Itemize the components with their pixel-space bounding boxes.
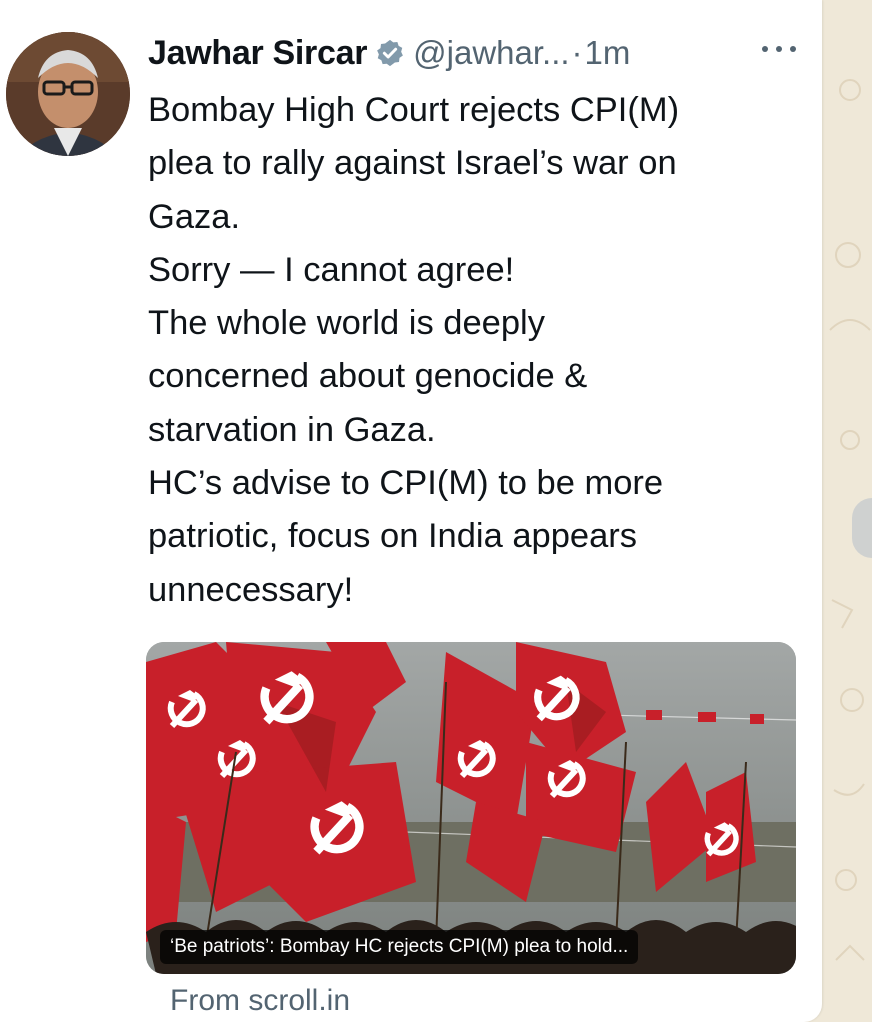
author-handle[interactable]: @jawhar...	[413, 34, 569, 72]
card-image	[146, 642, 796, 974]
author-avatar[interactable]	[6, 32, 130, 156]
tweet-text-line: The whole world is deeply	[148, 304, 545, 343]
link-card-caption: ‘Be patriots’: Bombay HC rejects CPI(M) …	[160, 930, 639, 964]
tweet-text-line: Sorry — I cannot agree!	[148, 250, 515, 289]
tweet-timestamp[interactable]: 1m	[585, 34, 631, 72]
more-options-icon[interactable]	[762, 42, 796, 56]
scroll-handle[interactable]	[852, 498, 872, 558]
tweet-text-line: concerned about genocide &	[148, 357, 588, 396]
tweet-text-line: Gaza.	[148, 197, 241, 236]
tweet-text-line: plea to rally against Israel’s war on	[148, 144, 677, 183]
tweet-text-line: starvation in Gaza.	[148, 410, 436, 449]
tweet-text-line: Bombay High Court rejects CPI(M)	[148, 91, 680, 129]
link-source[interactable]: From scroll.in	[170, 984, 350, 1018]
tweet-text: Bombay High Court rejects CPI(M) plea to…	[148, 84, 788, 617]
tweet-header: Jawhar Sircar @jawhar... · 1m	[148, 28, 630, 78]
verified-badge-icon	[377, 39, 404, 67]
author-name[interactable]: Jawhar Sircar	[148, 34, 367, 73]
tweet-text-line: HC’s advise to CPI(M) to be more	[148, 464, 664, 503]
separator-dot: ·	[571, 34, 583, 71]
link-preview-card[interactable]: ‘Be patriots’: Bombay HC rejects CPI(M) …	[146, 642, 796, 974]
tweet-text-line: patriotic, focus on India appears	[148, 517, 638, 556]
tweet-text-line: unnecessary!	[148, 570, 354, 609]
